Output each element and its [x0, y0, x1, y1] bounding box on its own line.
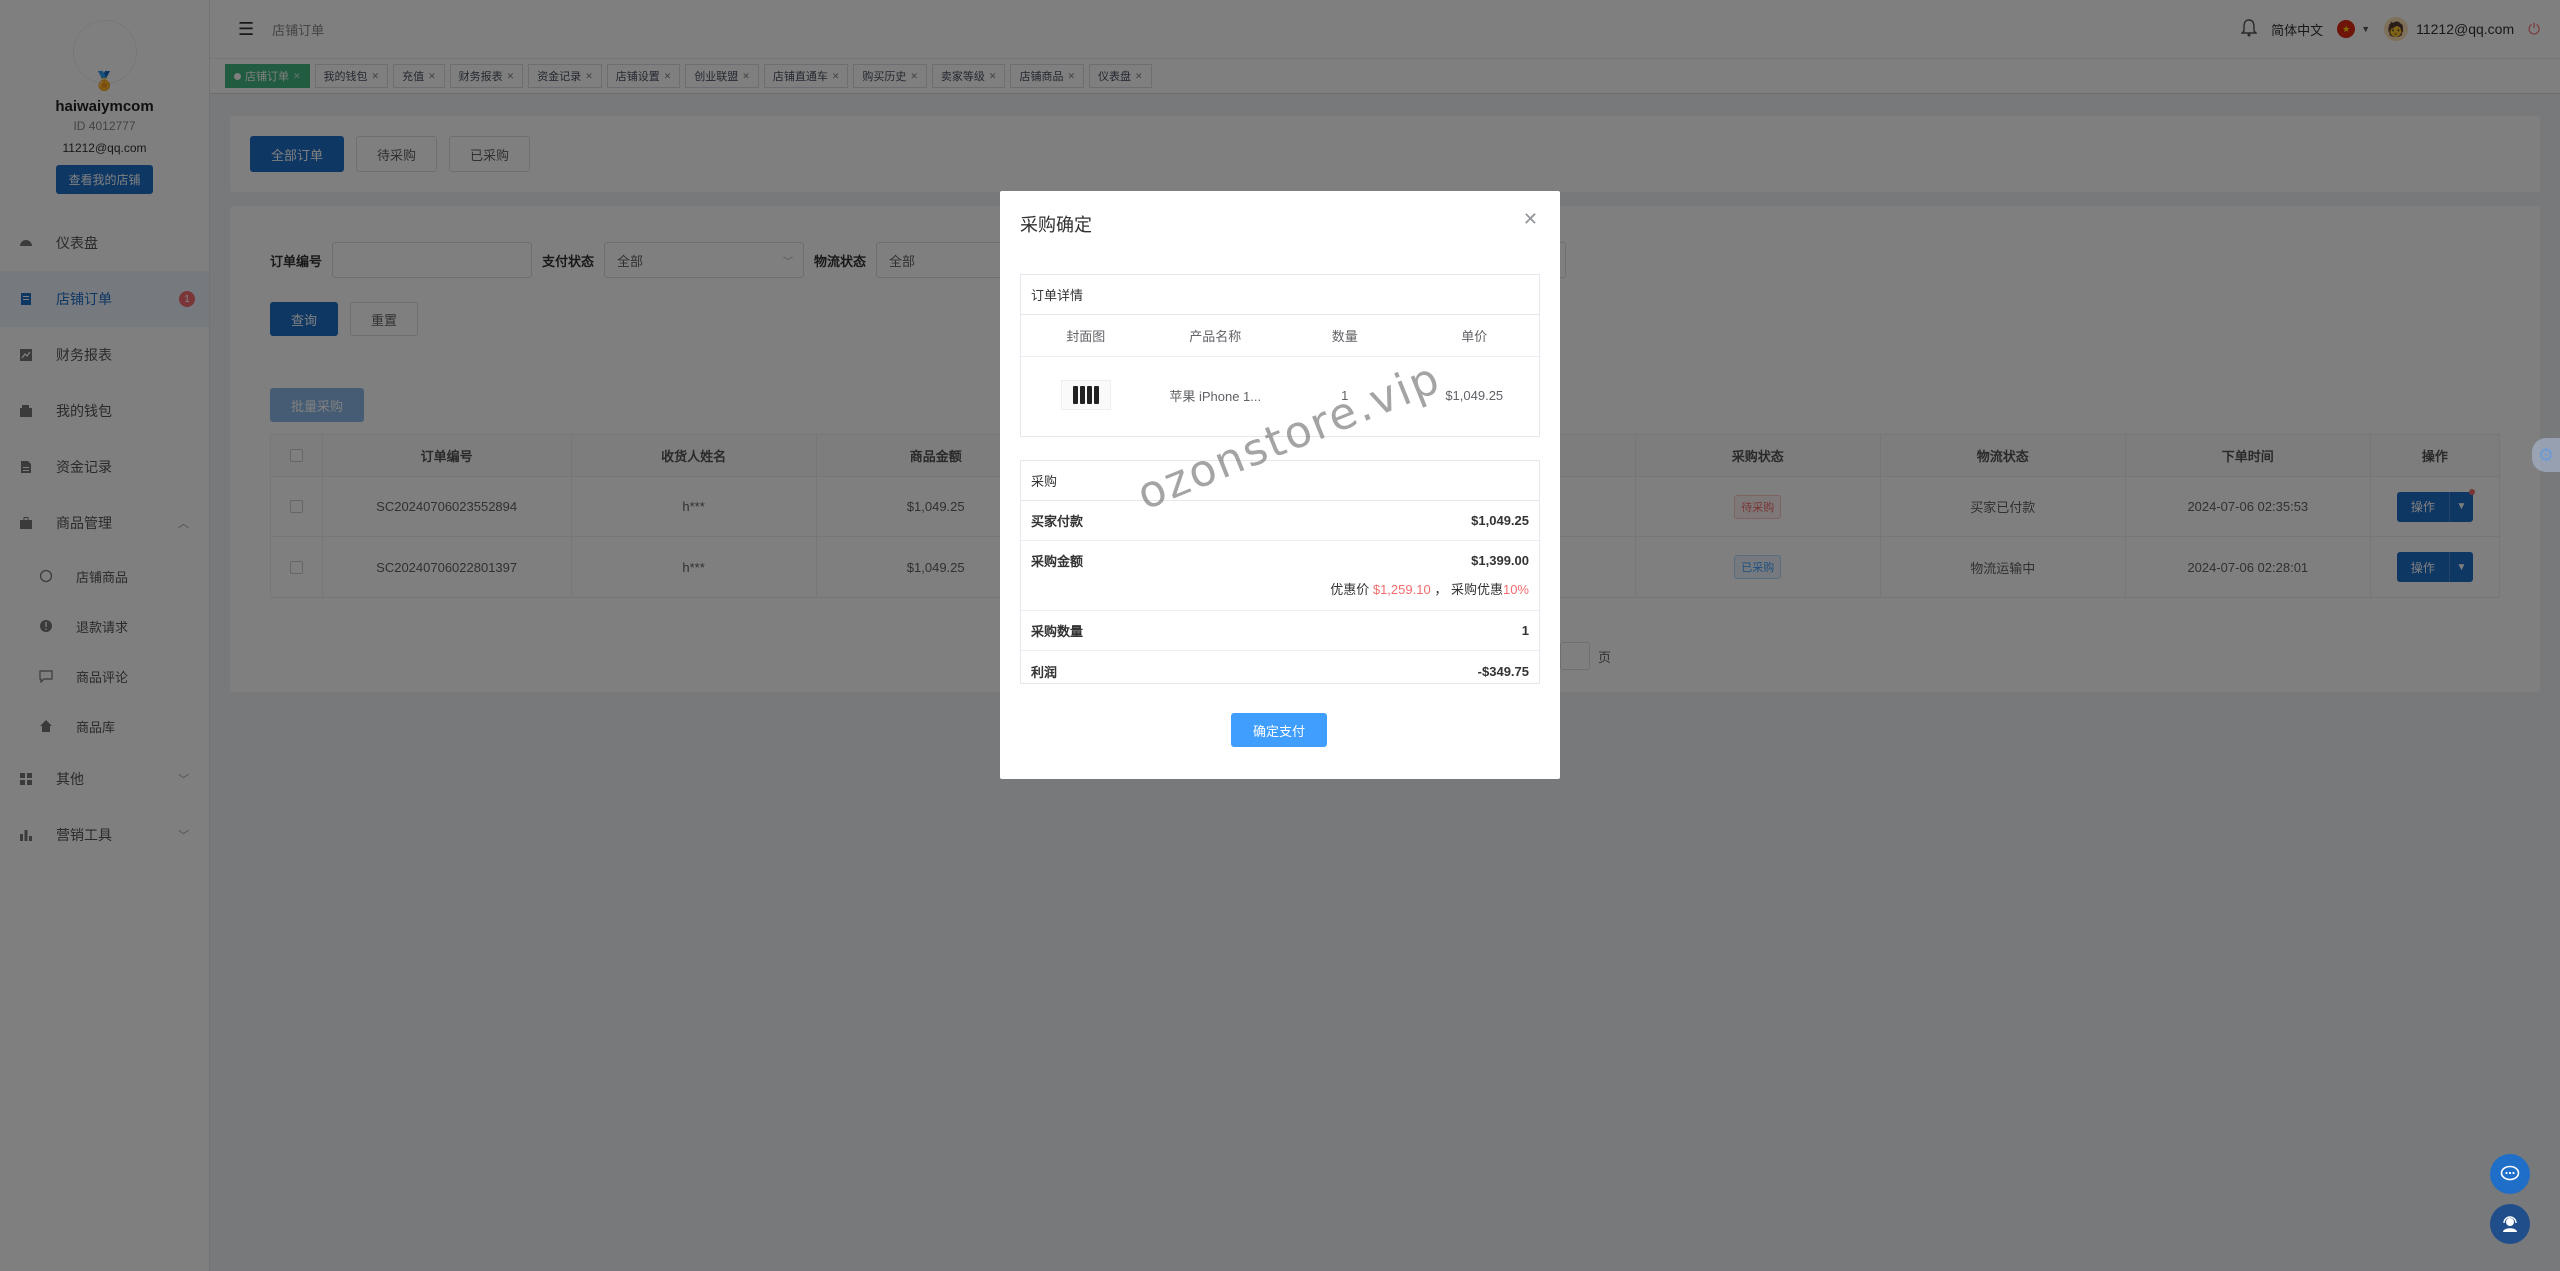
purchase-qty-label: 采购数量	[1031, 624, 1084, 639]
purchase-amount-label: 采购金额	[1031, 553, 1084, 569]
order-detail-title: 订单详情	[1021, 275, 1539, 315]
settings-gear-icon[interactable]: ⚙	[2532, 438, 2560, 472]
col-cover: 封面图	[1066, 329, 1106, 344]
discount-line: 优惠价 $1,259.10 ， 采购优惠10%	[1021, 579, 1539, 598]
discount-rate-value: 10%	[1502, 582, 1529, 597]
purchase-amount-value: $1,399.00	[1471, 552, 1529, 568]
discount-rate-label: 采购优惠	[1450, 582, 1503, 597]
close-icon[interactable]: ✕	[1523, 209, 1538, 230]
buyer-paid-value: $1,049.25	[1471, 513, 1529, 528]
col-quantity: 数量	[1331, 329, 1358, 344]
purchase-confirm-dialog: 采购确定 ✕ 订单详情 封面图 产品名称 数量 单价 苹果 iPhone 1..…	[1000, 191, 1560, 779]
discount-separator: ，	[1434, 582, 1448, 597]
discount-price-label: 优惠价	[1330, 582, 1370, 597]
purchase-qty-value: 1	[1521, 623, 1529, 638]
buyer-paid-label: 买家付款	[1031, 514, 1084, 529]
confirm-pay-button[interactable]: 确定支付	[1231, 713, 1328, 747]
buyer-paid-row: 买家付款 $1,049.25	[1021, 501, 1539, 541]
product-name: 苹果 iPhone 1...	[1169, 388, 1262, 404]
col-product-name: 产品名称	[1189, 329, 1242, 344]
col-unit-price: 单价	[1461, 329, 1488, 344]
purchase-qty-row: 采购数量 1	[1021, 611, 1539, 651]
chat-icon[interactable]	[2490, 1154, 2530, 1194]
detail-header-row: 封面图 产品名称 数量 单价	[1021, 315, 1539, 357]
purchase-amount-row: 采购金额 $1,399.00 优惠价 $1,259.10 ， 采购优惠10%	[1021, 541, 1539, 611]
purchase-box: 采购 买家付款 $1,049.25 采购金额 $1,399.00 优惠价 $1,…	[1020, 460, 1540, 684]
dialog-title: 采购确定	[1020, 215, 1092, 235]
discount-price-value: $1,259.10	[1372, 582, 1431, 597]
profit-label: 利润	[1031, 664, 1058, 680]
product-thumbnail	[1060, 380, 1111, 410]
profit-value: -$349.75	[1477, 663, 1529, 679]
customer-service-icon[interactable]	[2490, 1204, 2530, 1244]
purchase-amount-line: 采购金额 $1,399.00	[1021, 541, 1539, 579]
profit-row: 利润 -$349.75	[1021, 651, 1539, 691]
product-cover	[1021, 380, 1151, 410]
